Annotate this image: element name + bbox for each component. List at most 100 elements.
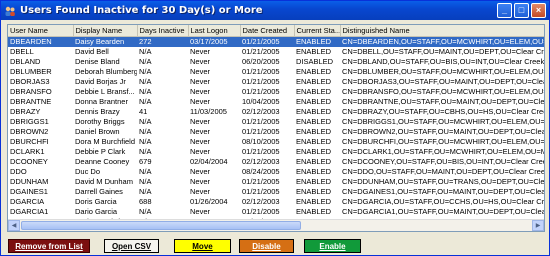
table-cell: DGAINES1 bbox=[10, 186, 48, 196]
table-cell: 01/21/2005 bbox=[242, 116, 280, 126]
table-row[interactable]: DDUNHAM David M Dunham N/A Never 01/21/2005 E… bbox=[8, 176, 545, 187]
table-cell: CN=DDUNHAM,OU=STAFF,OU=TRANS,OU=DEPT,OU=… bbox=[342, 176, 545, 186]
table-cell: David M Dunham bbox=[75, 176, 133, 186]
table-cell: David Borjas Jr bbox=[75, 76, 126, 86]
table-cell: Darrell Gaines bbox=[75, 186, 123, 196]
table-cell: CN=DCLARK1,OU=STAFF,OU=MCWHIRT,OU=ELEM,O… bbox=[342, 146, 545, 156]
column-header[interactable]: User Name bbox=[8, 25, 74, 37]
column-header[interactable]: Last Logon bbox=[188, 25, 241, 37]
table-row[interactable]: DBORJAS3 David Borjas Jr N/A Never 01/21/200… bbox=[8, 76, 545, 87]
close-icon[interactable]: × bbox=[531, 3, 546, 18]
table-row[interactable]: DBEARDEN Daisy Bearden 272 03/17/2005 01/21/… bbox=[8, 36, 544, 47]
table-row[interactable]: DGARCIA Doris Garcia 688 01/26/2004 02/12/20… bbox=[8, 196, 544, 207]
window-title: Users Found Inactive for 30 Day(s) or Mo… bbox=[20, 5, 263, 16]
table-cell: DBRANTNE bbox=[10, 96, 52, 106]
table-cell: CN=DBRIGGS1,OU=STAFF,OU=MCWHIRT,OU=ELEM,… bbox=[342, 116, 545, 126]
table-cell: 01/21/2005 bbox=[242, 76, 280, 86]
table-row[interactable]: DBRAZY Dennis Brazy 41 11/03/2005 02/12/2003… bbox=[8, 106, 545, 117]
table-row[interactable]: DDO Duc Do N/A Never 08/24/2005 ENABLED CN=DDO… bbox=[8, 166, 544, 177]
table-cell: N/A bbox=[139, 136, 152, 146]
table-row[interactable]: DBRANTNE Donna Brantner N/A Never 10/04/2005… bbox=[8, 96, 545, 107]
table-cell: N/A bbox=[139, 96, 152, 106]
scroll-left-icon[interactable]: ◀ bbox=[8, 220, 20, 231]
remove-from-list-button[interactable]: Remove from List bbox=[8, 239, 90, 253]
column-header[interactable]: Current Sta... bbox=[294, 25, 341, 37]
open-csv-button[interactable]: Open CSV bbox=[104, 239, 159, 253]
table-cell: CN=DBURCHFI,OU=STAFF,OU=MCWHIRT,OU=ELEM,… bbox=[342, 136, 545, 146]
users-table: User Name Display Name Days Inactive Last L… bbox=[8, 25, 545, 227]
table-cell: Doris Garcia bbox=[75, 196, 117, 206]
move-button[interactable]: Move bbox=[174, 239, 231, 253]
table-cell: Deborah Blumberg bbox=[75, 66, 137, 76]
enable-button[interactable]: Enable bbox=[304, 239, 361, 253]
disable-button-label: Disable bbox=[252, 241, 281, 251]
table-cell: Never bbox=[190, 76, 211, 86]
table-cell: DGARCIA1 bbox=[10, 206, 49, 216]
table-cell: 01/21/2005 bbox=[240, 36, 294, 47]
table-cell: 02/12/2003 bbox=[242, 196, 280, 206]
app-window: Users Found Inactive for 30 Day(s) or Mo… bbox=[0, 0, 550, 256]
table-row[interactable]: DBLUMBER Deborah Blumberg N/A Never 01/21/20… bbox=[8, 66, 544, 77]
table-cell: Never bbox=[190, 46, 211, 56]
table-cell: Debbie P Clark bbox=[75, 146, 126, 156]
scrollbar-track[interactable] bbox=[20, 220, 532, 231]
table-row[interactable]: DGAINES1 Darrell Gaines N/A Never 01/21/2005… bbox=[8, 186, 545, 197]
title-bar[interactable]: Users Found Inactive for 30 Day(s) or Mo… bbox=[1, 1, 549, 20]
column-header[interactable]: Distinguished Name bbox=[340, 25, 544, 37]
table-row[interactable]: DCLARK1 Debbie P Clark N/A Never 01/21/2005 E… bbox=[8, 146, 545, 157]
table-cell: DBORJAS3 bbox=[10, 76, 50, 86]
table-cell: N/A bbox=[139, 166, 152, 176]
table-cell: DBELL bbox=[10, 46, 34, 56]
table-cell: Never bbox=[190, 146, 211, 156]
table-cell: N/A bbox=[139, 186, 152, 196]
scrollbar-thumb[interactable] bbox=[21, 221, 301, 230]
minimize-icon[interactable]: _ bbox=[497, 3, 512, 18]
maximize-icon[interactable]: □ bbox=[514, 3, 529, 18]
table-cell: Never bbox=[190, 136, 211, 146]
table-row[interactable]: DBROWN2 Daniel Brown N/A Never 01/21/2005 ENA… bbox=[8, 126, 545, 137]
table-row[interactable]: DBLAND Denise Bland N/A Never 06/20/2005 DISA… bbox=[8, 56, 544, 67]
table-cell: 06/20/2005 bbox=[242, 56, 280, 66]
table-row[interactable]: DBURCHFI Dora M Burchfield N/A Never 08/10/2… bbox=[8, 136, 545, 147]
table-cell: ENABLED bbox=[294, 36, 340, 47]
table-cell: 01/21/2005 bbox=[242, 176, 280, 186]
table-cell: DBLUMBER bbox=[10, 66, 52, 76]
table-cell: 10/04/2005 bbox=[242, 96, 280, 106]
table-row[interactable]: DBRANSFO Debbie L Bransf... N/A Never 01/21/… bbox=[8, 86, 544, 97]
table-cell: DBLAND bbox=[10, 56, 41, 66]
table-cell: 679 bbox=[139, 156, 152, 166]
table-cell: 01/21/2005 bbox=[242, 186, 280, 196]
table-cell: CN=DGAINES1,OU=STAFF,OU=MAINT,OU=DEPT,OU… bbox=[342, 186, 545, 196]
table-row[interactable]: DGARCIA1 Dario Garcia N/A Never 01/21/2005 EN… bbox=[8, 206, 544, 217]
column-header[interactable]: Date Created bbox=[240, 25, 295, 37]
table-cell: N/A bbox=[139, 56, 152, 66]
table-cell: CN=DBROWN2,OU=STAFF,OU=MAINT,OU=DEPT,OU=… bbox=[342, 126, 545, 136]
table-cell: Never bbox=[190, 166, 211, 176]
users-icon bbox=[4, 5, 16, 17]
table-cell: CN=DBRAZY,OU=STAFF,OU=CBHS,OU=HS,OU=Clea… bbox=[342, 106, 545, 116]
table-cell: ENABLED bbox=[296, 166, 332, 176]
table-cell: 01/21/2005 bbox=[242, 126, 280, 136]
table-cell: CN=DBRANTNE,OU=STAFF,OU=MAINT,OU=DEPT,OU… bbox=[342, 96, 545, 106]
table-cell: Never bbox=[190, 186, 211, 196]
users-grid[interactable]: User Name Display Name Days Inactive Last L… bbox=[7, 24, 545, 232]
scroll-right-icon[interactable]: ▶ bbox=[532, 220, 544, 231]
table-cell: Debbie L Bransf... bbox=[75, 86, 135, 96]
table-cell: ENABLED bbox=[296, 116, 332, 126]
table-row[interactable]: DCOONEY Deanne Cooney 679 02/04/2004 02/12/2… bbox=[8, 156, 544, 167]
table-cell: CN=DBORJAS3,OU=STAFF,OU=MAINT,OU=DEPT,OU… bbox=[342, 76, 545, 86]
disable-button[interactable]: Disable bbox=[239, 239, 294, 253]
horizontal-scrollbar[interactable]: ◀ ▶ bbox=[8, 219, 544, 231]
table-cell: Never bbox=[190, 66, 211, 76]
table-cell: DISABLED bbox=[296, 56, 334, 66]
table-cell: Never bbox=[190, 126, 211, 136]
table-cell: N/A bbox=[139, 116, 152, 126]
table-cell: Dora M Burchfield bbox=[75, 136, 136, 146]
table-cell: ENABLED bbox=[296, 86, 332, 96]
column-header[interactable]: Days Inactive bbox=[137, 25, 189, 37]
table-cell: N/A bbox=[139, 66, 152, 76]
table-row[interactable]: DBRIGGS1 Dorothy Briggs N/A Never 01/21/2005… bbox=[8, 116, 545, 127]
column-header[interactable]: Display Name bbox=[73, 25, 138, 37]
table-cell: ENABLED bbox=[296, 206, 332, 216]
table-row[interactable]: DBELL David Bell N/A Never 01/21/2005 ENABLED… bbox=[8, 46, 544, 57]
